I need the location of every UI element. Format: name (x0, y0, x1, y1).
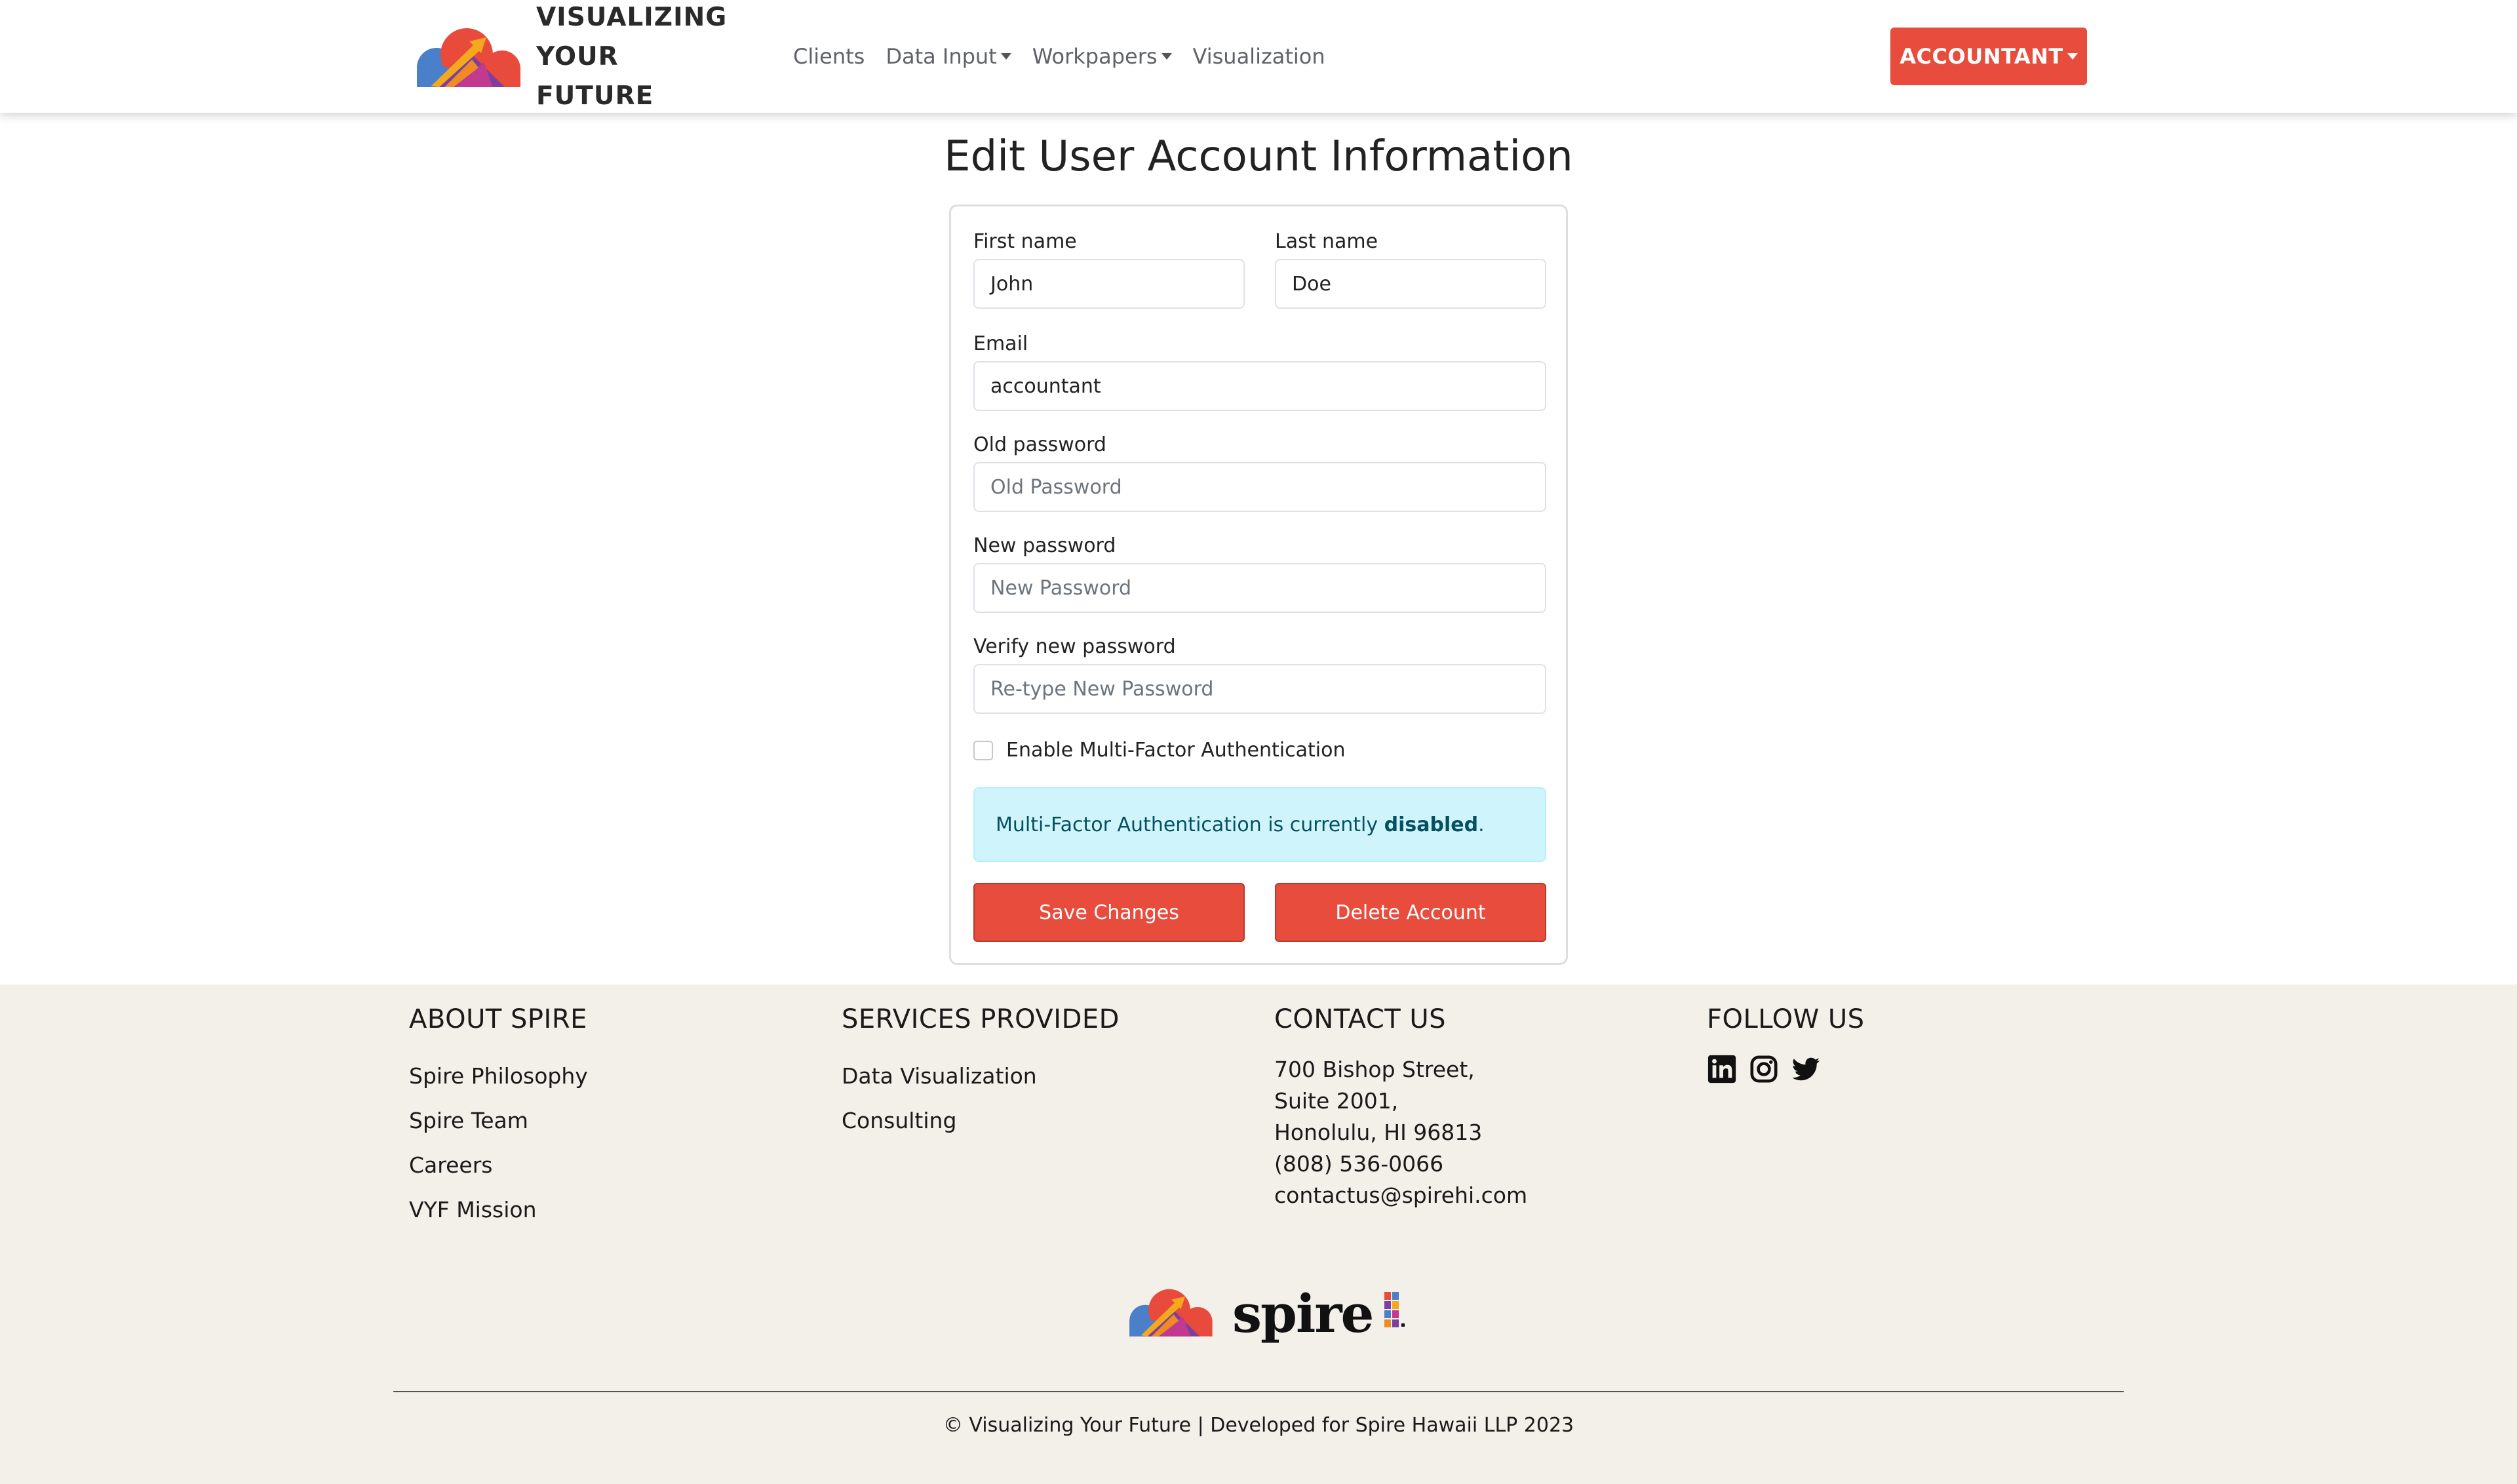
footer: ABOUT SPIRE Spire Philosophy Spire Team … (0, 985, 2517, 1484)
twitter-icon[interactable] (1791, 1054, 1821, 1084)
new-password-label: New password (973, 534, 1116, 557)
linkedin-icon[interactable] (1707, 1054, 1737, 1084)
brand-line-2: YOUR FUTURE (536, 42, 654, 111)
footer-spire-logo: spire (1121, 1286, 1409, 1341)
footer-link-spire-team[interactable]: Spire Team (409, 1099, 588, 1143)
caret-down-icon (1161, 53, 1172, 60)
contact-address-line-2: Suite 2001, (1274, 1088, 1399, 1114)
account-dropdown-label: ACCOUNTANT (1900, 44, 2063, 69)
contact-address-line-1: 700 Bishop Street, (1274, 1057, 1475, 1082)
footer-about-column: ABOUT SPIRE Spire Philosophy Spire Team … (409, 1004, 588, 1232)
cloud-logo-icon (1121, 1286, 1218, 1341)
first-name-label: First name (973, 230, 1077, 253)
account-dropdown-button[interactable]: ACCOUNTANT (1890, 28, 2087, 85)
last-name-label: Last name (1275, 230, 1378, 253)
footer-contact-column: CONTACT US 700 Bishop Street, Suite 2001… (1274, 1004, 1527, 1211)
nav-links: Clients Data Input Workpapers Visualizat… (793, 37, 1346, 76)
cloud-logo-icon (417, 28, 520, 87)
page-title: Edit User Account Information (944, 132, 1573, 181)
brand-logo-link[interactable]: VISUALIZING YOUR FUTURE (406, 3, 728, 111)
footer-link-consulting[interactable]: Consulting (842, 1099, 1120, 1143)
footer-services-column: SERVICES PROVIDED Data Visualization Con… (842, 1004, 1120, 1143)
spire-grid-mark-icon (1384, 1292, 1405, 1327)
mfa-checkbox-label: Enable Multi-Factor Authentication (1006, 739, 1346, 762)
mfa-checkbox[interactable] (973, 740, 993, 760)
footer-contact-heading: CONTACT US (1274, 1004, 1447, 1034)
footer-link-vyf-mission[interactable]: VYF Mission (409, 1188, 588, 1232)
footer-about-heading: ABOUT SPIRE (409, 1004, 587, 1034)
caret-down-icon (2067, 53, 2078, 60)
nav-dropdown-data-input[interactable]: Data Input (886, 44, 1011, 69)
social-links (1707, 1054, 1865, 1084)
nav-link-workpapers-label: Workpapers (1032, 44, 1158, 69)
email-input[interactable]: accountant (973, 361, 1546, 411)
mfa-alert-prefix: Multi-Factor Authentication is currently (996, 813, 1384, 836)
footer-services-heading: SERVICES PROVIDED (842, 1004, 1120, 1034)
mfa-status-alert: Multi-Factor Authentication is currently… (973, 787, 1546, 862)
mfa-checkbox-row: Enable Multi-Factor Authentication (973, 739, 1345, 762)
copyright-text: © Visualizing Your Future | Developed fo… (943, 1414, 1574, 1437)
mfa-alert-suffix: . (1478, 813, 1485, 836)
contact-address-line-3: Honolulu, HI 96813 (1274, 1120, 1483, 1145)
delete-account-button[interactable]: Delete Account (1275, 883, 1546, 942)
verify-password-input[interactable]: Re-type New Password (973, 664, 1546, 714)
nav-dropdown-workpapers[interactable]: Workpapers (1032, 44, 1172, 69)
contact-phone: (808) 536-0066 (1274, 1151, 1444, 1177)
save-changes-button[interactable]: Save Changes (973, 883, 1245, 942)
old-password-input[interactable]: Old Password (973, 462, 1546, 512)
top-navbar: VISUALIZING YOUR FUTURE Clients Data Inp… (0, 0, 2517, 113)
first-name-input[interactable]: John (973, 259, 1245, 309)
footer-divider (393, 1391, 2124, 1392)
delete-account-label: Delete Account (1335, 901, 1486, 924)
footer-link-spire-philosophy[interactable]: Spire Philosophy (409, 1054, 588, 1099)
spire-wordmark: spire (1232, 1283, 1374, 1344)
new-password-input[interactable]: New Password (973, 563, 1546, 613)
nav-link-clients[interactable]: Clients (793, 44, 865, 69)
nav-link-data-input-label: Data Input (886, 44, 997, 69)
nav-link-visualization-label: Visualization (1192, 44, 1325, 69)
verify-password-label: Verify new password (973, 635, 1176, 658)
mfa-alert-status: disabled (1384, 813, 1479, 836)
caret-down-icon (1000, 53, 1011, 60)
save-changes-label: Save Changes (1039, 901, 1179, 924)
footer-follow-heading: FOLLOW US (1707, 1004, 1865, 1034)
nav-link-visualization[interactable]: Visualization (1193, 44, 1325, 69)
edit-account-form-card: First name John Last name Doe Email acco… (949, 205, 1568, 965)
last-name-input[interactable]: Doe (1275, 259, 1546, 309)
footer-link-data-visualization[interactable]: Data Visualization (842, 1054, 1120, 1099)
brand-line-1: VISUALIZING (536, 3, 728, 32)
email-label: Email (973, 332, 1028, 355)
footer-link-careers[interactable]: Careers (409, 1143, 588, 1188)
nav-link-clients-label: Clients (793, 44, 865, 69)
brand-title: VISUALIZING YOUR FUTURE (536, 0, 728, 116)
instagram-icon[interactable] (1749, 1054, 1779, 1084)
old-password-label: Old password (973, 433, 1106, 456)
footer-follow-column: FOLLOW US (1707, 1004, 1865, 1084)
contact-email-link[interactable]: contactus@spirehi.com (1274, 1180, 1527, 1211)
